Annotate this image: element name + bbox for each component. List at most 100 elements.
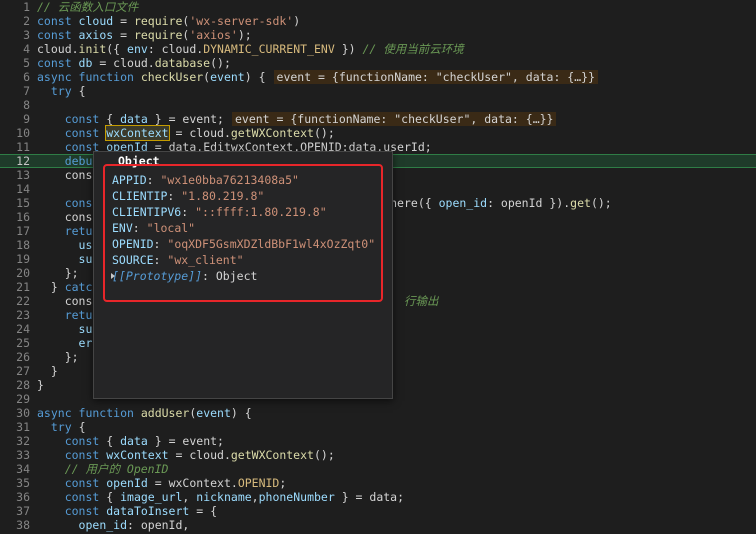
line-number[interactable]: 18	[0, 238, 30, 252]
code-line[interactable]: 4 cloud.init({ env: cloud.DYNAMIC_CURRENT…	[0, 42, 756, 56]
expand-triangle-icon[interactable]	[111, 273, 115, 279]
prototype-row[interactable]: [[Prototype]]: Object	[111, 268, 258, 284]
code-token: {	[106, 490, 121, 504]
code-token: wxContext	[105, 125, 170, 141]
code-line[interactable]: 38 open_id: openId,	[0, 518, 756, 532]
code-token: init	[78, 42, 107, 56]
code-line[interactable]: 2 const cloud = require('wx-server-sdk')	[0, 14, 756, 28]
code-token: ();	[313, 448, 335, 462]
line-number[interactable]: 8	[0, 98, 30, 112]
code-token: event	[196, 406, 231, 420]
line-number[interactable]: 3	[0, 28, 30, 42]
code-line[interactable]: 9 const { data } = event; event = {functi…	[0, 112, 756, 126]
line-number[interactable]: 4	[0, 42, 30, 56]
line-number[interactable]: 5	[0, 56, 30, 70]
code-token: db	[78, 56, 93, 70]
line-number[interactable]: 2	[0, 14, 30, 28]
code-line[interactable]: 35 const openId = wxContext.OPENID;	[0, 476, 756, 490]
code-text: // 云函数入口文件	[37, 0, 138, 14]
code-token: 'wx-server-sdk'	[189, 14, 294, 28]
code-text: }	[37, 364, 58, 378]
line-number[interactable]: 10	[0, 126, 30, 140]
code-text: use	[37, 238, 100, 252]
line-number[interactable]: 22	[0, 294, 30, 308]
line-number[interactable]: 31	[0, 420, 30, 434]
code-line[interactable]: 6 async function checkUser(event) {event …	[0, 70, 756, 84]
line-number[interactable]: 27	[0, 364, 30, 378]
code-token: wxContext	[106, 448, 169, 462]
line-number[interactable]: 33	[0, 448, 30, 462]
prototype-value: Object	[215, 269, 258, 283]
line-number[interactable]: 34	[0, 462, 30, 476]
code-token: };	[37, 350, 79, 364]
line-number[interactable]: 23	[0, 308, 30, 322]
code-text: const cloud = require('wx-server-sdk')	[37, 14, 300, 28]
code-token: dataToInsert	[106, 504, 190, 518]
code-token: getWXContext	[230, 448, 314, 462]
line-number[interactable]: 37	[0, 504, 30, 518]
line-number[interactable]: 6	[0, 70, 30, 84]
code-token: 行输出	[390, 294, 439, 308]
line-number[interactable]: 35	[0, 476, 30, 490]
code-token: // 使用当前云环境	[362, 42, 464, 56]
line-number[interactable]: 29	[0, 392, 30, 406]
line-number[interactable]: 30	[0, 406, 30, 420]
property-value: "local"	[146, 221, 196, 235]
line-number[interactable]: 1	[0, 0, 30, 14]
code-line[interactable]: 10 const wxContext = cloud.getWXContext(…	[0, 125, 756, 141]
code-token: async function	[37, 406, 141, 420]
code-line[interactable]: 33 const wxContext = cloud.getWXContext(…	[0, 448, 756, 462]
line-number[interactable]: 25	[0, 336, 30, 350]
code-line[interactable]: 5 const db = cloud.database();	[0, 56, 756, 70]
line-number[interactable]: 24	[0, 322, 30, 336]
line-number[interactable]: 19	[0, 252, 30, 266]
line-number[interactable]: 26	[0, 350, 30, 364]
code-line[interactable]: 1 // 云函数入口文件	[0, 0, 756, 14]
line-number[interactable]: 9	[0, 112, 30, 126]
code-token: // 用户的 OpenID	[64, 462, 169, 476]
line-number[interactable]: 13	[0, 168, 30, 182]
line-number[interactable]: 16	[0, 210, 30, 224]
line-number[interactable]: 20	[0, 266, 30, 280]
code-token: = cloud.	[168, 448, 231, 462]
line-number[interactable]: 21	[0, 280, 30, 294]
inline-debug-value: event = {functionName: "checkUser", data…	[231, 112, 557, 126]
line-number[interactable]: 15	[0, 196, 30, 210]
code-line[interactable]: 32 const { data } = event;	[0, 434, 756, 448]
code-token: const	[37, 28, 79, 42]
line-number[interactable]: 12	[0, 155, 30, 167]
code-line[interactable]: 3 const axios = require('axios');	[0, 28, 756, 42]
code-line[interactable]: 7 try {	[0, 84, 756, 98]
code-line[interactable]: 30 async function addUser(event) {	[0, 406, 756, 420]
line-number[interactable]: 11	[0, 140, 30, 154]
line-number[interactable]: 28	[0, 378, 30, 392]
code-line[interactable]: 34 // 用户的 OpenID	[0, 462, 756, 476]
line-number[interactable]: 14	[0, 182, 30, 196]
property-separator: :	[153, 237, 168, 251]
code-token: : cloud.	[147, 42, 204, 56]
line-number[interactable]: 17	[0, 224, 30, 238]
code-text: const db = cloud.database();	[37, 56, 231, 70]
code-line[interactable]: 31 try {	[0, 420, 756, 434]
code-token: } = event;	[147, 112, 224, 126]
code-line[interactable]: 37 const dataToInsert = {	[0, 504, 756, 518]
code-text: const { data } = event; event = {function…	[37, 112, 557, 126]
line-number[interactable]: 7	[0, 84, 30, 98]
line-number[interactable]: 38	[0, 518, 30, 532]
line-number[interactable]: 32	[0, 434, 30, 448]
line-number[interactable]: 36	[0, 490, 30, 504]
code-token: open_id	[78, 518, 128, 532]
code-token: const	[37, 56, 79, 70]
code-line[interactable]: 8	[0, 98, 756, 112]
code-token: phoneNumber	[258, 490, 335, 504]
code-token: async function	[37, 70, 141, 84]
code-token: open_id	[438, 196, 488, 210]
code-token: }	[37, 378, 44, 392]
code-token: {	[106, 434, 121, 448]
code-line[interactable]: 36 const { image_url, nickname,phoneNumb…	[0, 490, 756, 504]
